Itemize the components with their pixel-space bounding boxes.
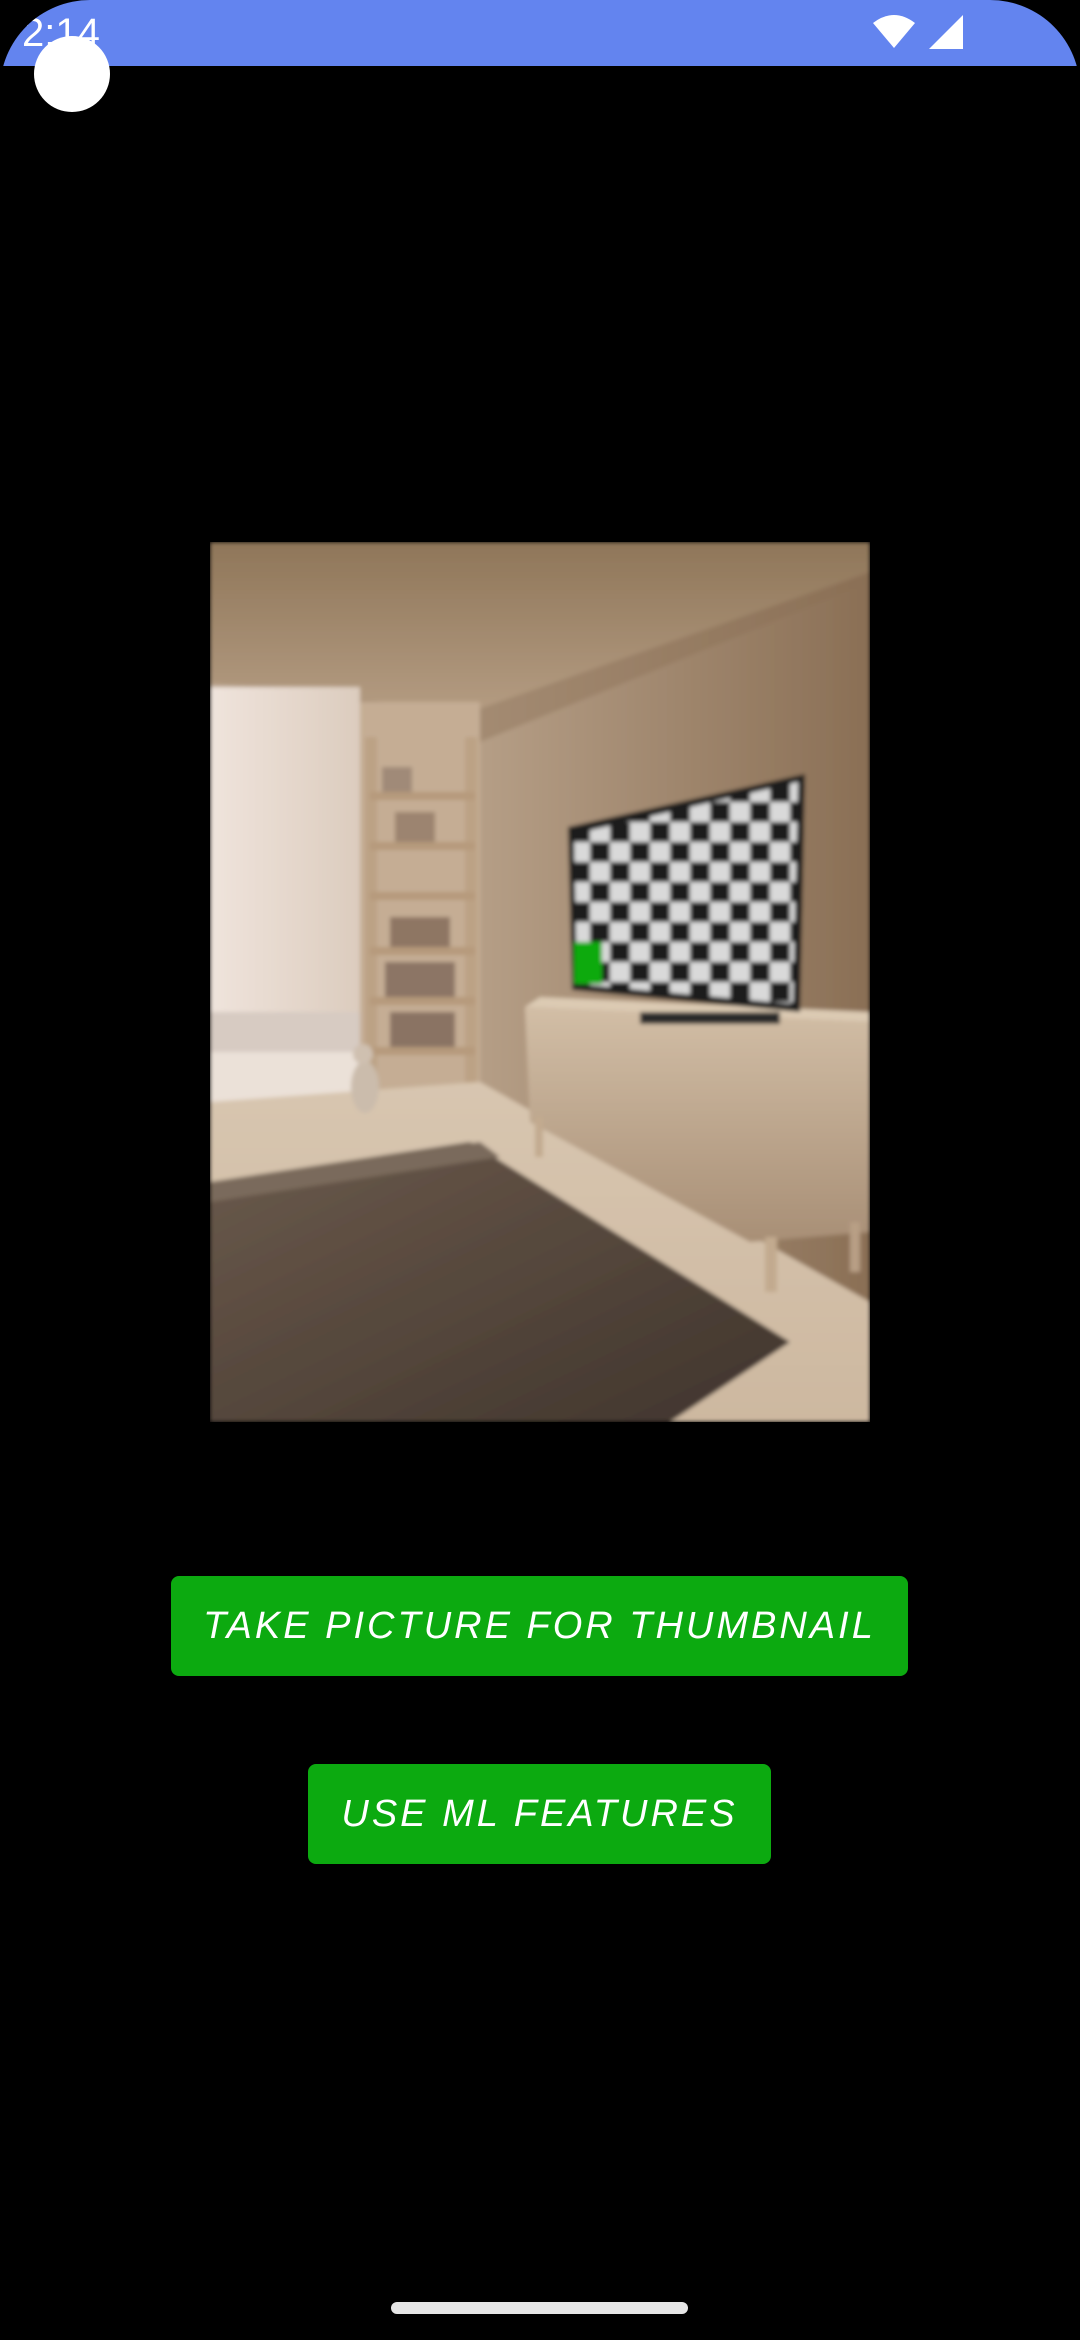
camera-cutout xyxy=(34,36,110,112)
use-ml-features-button[interactable]: USE ML FEATURES xyxy=(308,1764,771,1864)
home-indicator[interactable] xyxy=(391,2302,688,2314)
cell-signal-icon xyxy=(929,15,963,49)
take-picture-button[interactable]: TAKE PICTURE FOR THUMBNAIL xyxy=(171,1576,908,1676)
room-thumbnail-image xyxy=(210,542,870,1422)
status-bar: 2:14 xyxy=(0,0,1080,66)
wifi-icon xyxy=(873,15,915,48)
status-icons xyxy=(872,14,964,50)
phone-screen: 2:14 TAKE PICTURE FOR THUMBNAIL USE ML F… xyxy=(0,0,1080,2340)
